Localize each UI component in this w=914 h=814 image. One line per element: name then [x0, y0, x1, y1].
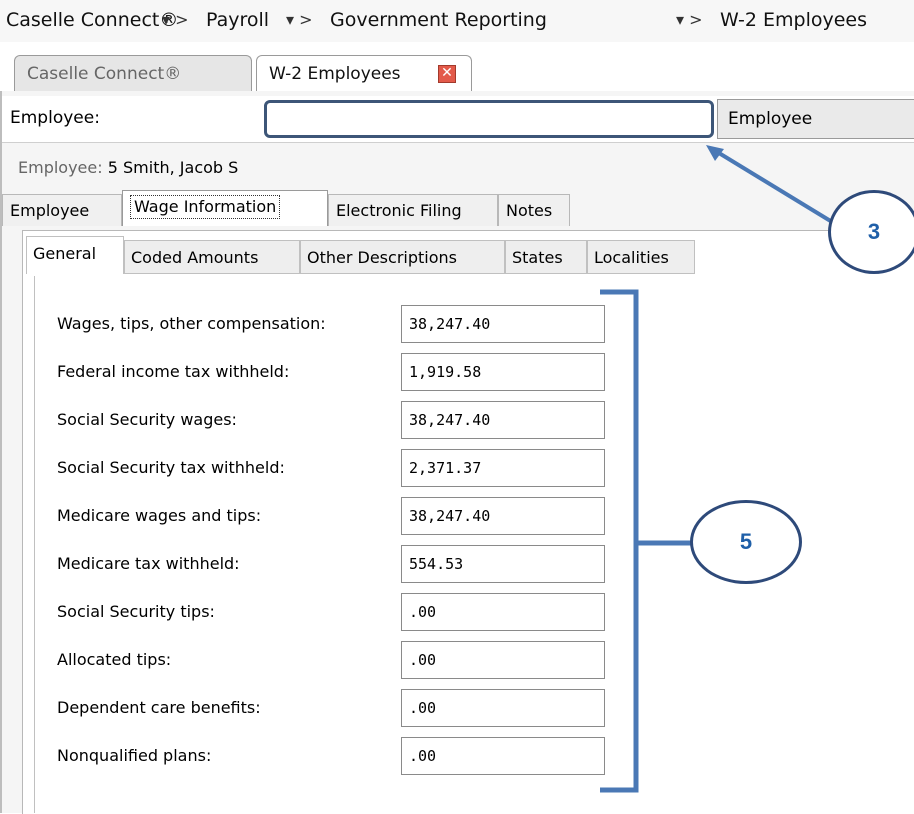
breadcrumb-separator[interactable]: ▾ > [676, 10, 703, 29]
doc-tab-w2-employees[interactable]: W-2 Employees ✕ [256, 55, 472, 91]
employee-lookup-input[interactable] [264, 100, 714, 138]
tab-coded-amounts[interactable]: Coded Amounts [124, 240, 300, 274]
breadcrumb-separator[interactable]: ▾ > [286, 10, 313, 29]
tab-employee[interactable]: Employee [2, 194, 122, 226]
ss-tips-field[interactable]: .00 [401, 593, 605, 631]
medicare-tax-field[interactable]: 554.53 [401, 545, 605, 583]
tab-label: Electronic Filing [336, 201, 462, 220]
callout-3: 3 [828, 190, 914, 274]
medicare-wages-label: Medicare wages and tips: [57, 506, 262, 525]
wages-label: Wages, tips, other compensation: [57, 314, 326, 333]
tab-electronic-filing[interactable]: Electronic Filing [328, 194, 498, 226]
medicare-tax-label: Medicare tax withheld: [57, 554, 240, 573]
tab-label: Employee [10, 201, 90, 220]
employee-lookup-bar: Employee: Employee [2, 96, 914, 143]
tab-label: Coded Amounts [131, 248, 259, 267]
current-employee-name: Smith, Jacob S [123, 158, 239, 177]
federal-tax-label: Federal income tax withheld: [57, 362, 290, 381]
tab-localities[interactable]: Localities [587, 240, 695, 274]
tab-label: States [512, 248, 563, 267]
ss-tips-label: Social Security tips: [57, 602, 215, 621]
breadcrumb: Caselle Connect® ▾ > Payroll ▾ > Governm… [0, 0, 914, 42]
ss-tax-label: Social Security tax withheld: [57, 458, 285, 477]
employee-lookup-button[interactable]: Employee [717, 99, 914, 139]
federal-tax-field[interactable]: 1,919.58 [401, 353, 605, 391]
tab-label: General [33, 244, 97, 263]
tab-wage-information[interactable]: Wage Information [122, 190, 328, 226]
tab-notes[interactable]: Notes [498, 194, 570, 226]
breadcrumb-separator[interactable]: ▾ > [162, 10, 189, 29]
breadcrumb-item-caselle-connect[interactable]: Caselle Connect® [6, 9, 178, 31]
nonqualified-plans-field[interactable]: .00 [401, 737, 605, 775]
doc-tab-label: Caselle Connect® [27, 64, 182, 84]
breadcrumb-item-payroll[interactable]: Payroll [206, 9, 269, 31]
current-employee-label: Employee: [18, 158, 103, 177]
ss-wages-label: Social Security wages: [57, 410, 237, 429]
ss-tax-field[interactable]: 2,371.37 [401, 449, 605, 487]
medicare-wages-field[interactable]: 38,247.40 [401, 497, 605, 535]
employee-lookup-label: Employee: [10, 108, 100, 128]
doc-tab-caselle-connect[interactable]: Caselle Connect® [14, 55, 252, 91]
tab-other-descriptions[interactable]: Other Descriptions [300, 240, 505, 274]
allocated-tips-label: Allocated tips: [57, 650, 172, 669]
callout-5: 5 [690, 500, 802, 584]
breadcrumb-item-w2-employees[interactable]: W-2 Employees [720, 9, 867, 31]
tab-states[interactable]: States [505, 240, 587, 274]
nonqualified-plans-label: Nonqualified plans: [57, 746, 212, 765]
current-employee: Employee: 5 Smith, Jacob S [18, 158, 238, 177]
tab-general[interactable]: General [26, 236, 124, 274]
doc-tab-label: W-2 Employees [269, 64, 401, 84]
dependent-care-label: Dependent care benefits: [57, 698, 261, 717]
dependent-care-field[interactable]: .00 [401, 689, 605, 727]
tab-label: Wage Information [130, 195, 281, 219]
close-tab-icon[interactable]: ✕ [438, 65, 456, 83]
ss-wages-field[interactable]: 38,247.40 [401, 401, 605, 439]
tab-label: Other Descriptions [307, 248, 457, 267]
allocated-tips-field[interactable]: .00 [401, 641, 605, 679]
breadcrumb-item-government-reporting[interactable]: Government Reporting [330, 9, 547, 31]
current-employee-number: 5 [107, 158, 118, 177]
tab-label: Localities [594, 248, 669, 267]
wages-field[interactable]: 38,247.40 [401, 305, 605, 343]
tab-label: Notes [506, 201, 553, 220]
